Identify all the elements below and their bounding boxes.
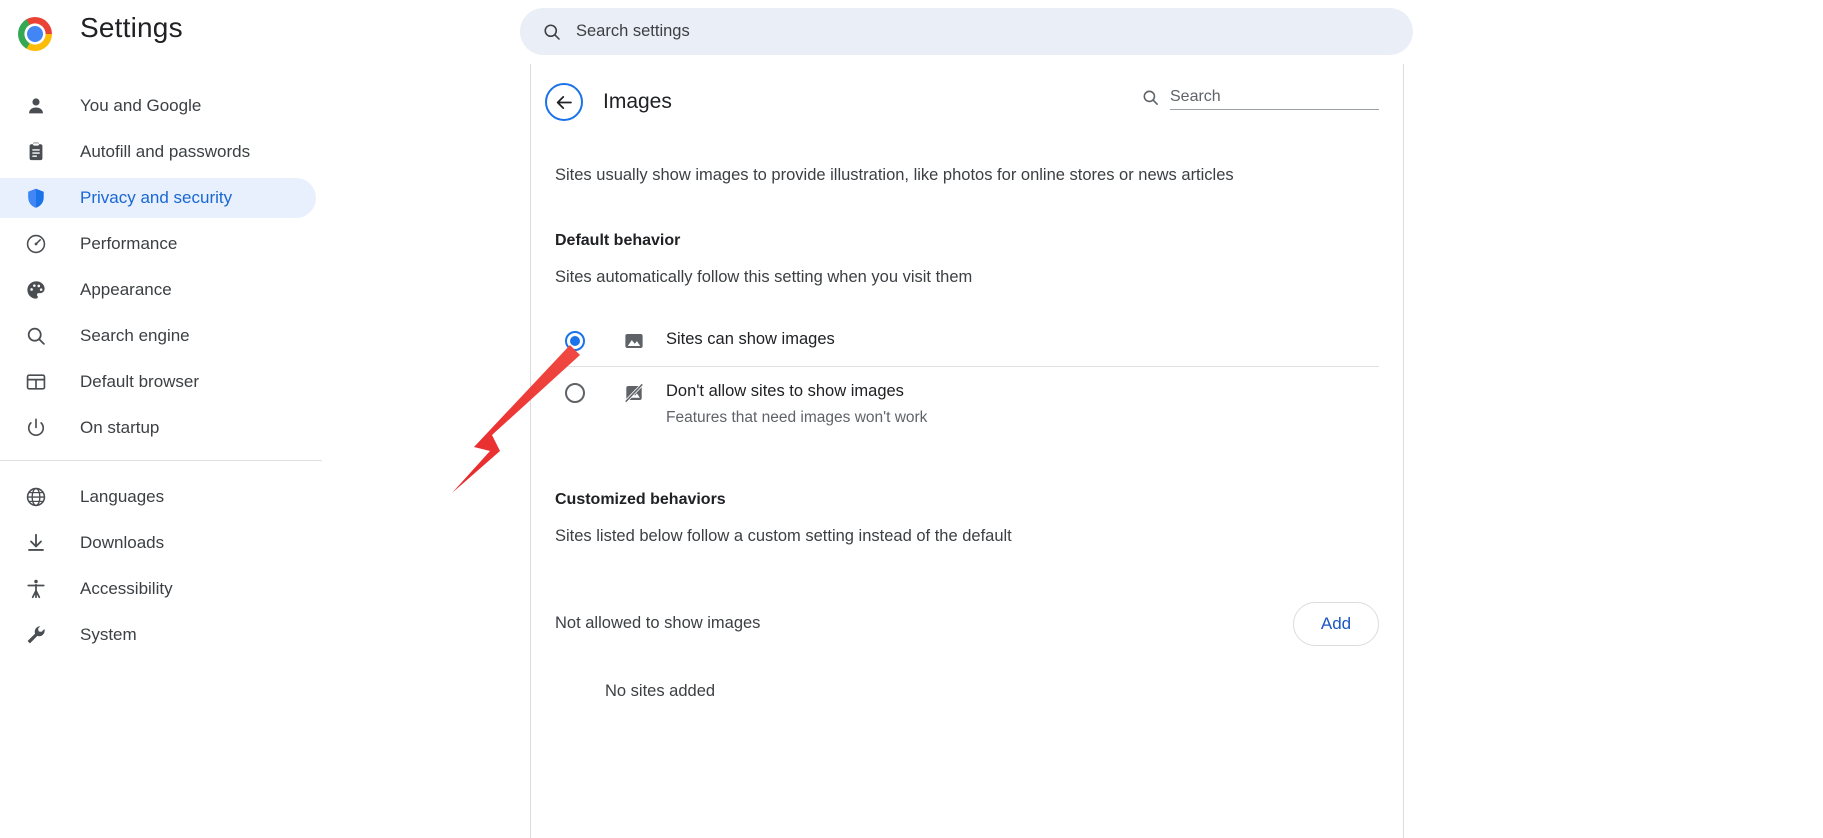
sidebar-item-appearance[interactable]: Appearance — [0, 270, 316, 310]
option-label: Don't allow sites to show images — [666, 381, 904, 400]
sidebar-item-label: On startup — [80, 418, 160, 437]
sidebar-divider — [0, 460, 322, 461]
sidebar-item-performance[interactable]: Performance — [0, 224, 316, 264]
option-texts: Sites can show images — [666, 329, 835, 350]
person-icon — [24, 94, 48, 118]
sidebar-item-label: Languages — [80, 487, 165, 506]
option-label: Sites can show images — [666, 329, 835, 348]
content-header: Images Search — [531, 64, 1403, 140]
search-icon — [544, 23, 560, 40]
option-texts: Don't allow sites to show images Feature… — [666, 381, 927, 429]
wrench-icon — [24, 623, 48, 647]
accessibility-icon — [24, 577, 48, 601]
sidebar-item-accessibility[interactable]: Accessibility — [0, 569, 316, 609]
default-behavior-heading: Default behavior — [555, 231, 681, 249]
sidebar: You and Google Autofill and passwords Pr… — [0, 64, 530, 838]
search-icon — [24, 324, 48, 348]
default-behavior-subtext: Sites automatically follow this setting … — [555, 267, 973, 286]
add-site-button[interactable]: Add — [1293, 601, 1379, 646]
browser-window-icon — [24, 370, 48, 394]
sidebar-item-label: Search engine — [80, 326, 190, 345]
clipboard-icon — [24, 140, 48, 164]
default-behavior-radio-group: Sites can show images Don't allow sites … — [555, 315, 1379, 443]
dont-allow-images-option[interactable]: Don't allow sites to show images Feature… — [555, 367, 1379, 443]
sidebar-item-label: Accessibility — [80, 579, 173, 598]
chrome-logo-icon — [18, 17, 52, 51]
sites-can-show-images-option[interactable]: Sites can show images — [555, 315, 1379, 367]
page-title-settings: Settings — [80, 12, 183, 43]
sidebar-item-label: Downloads — [80, 533, 165, 552]
images-intro-text: Sites usually show images to provide ill… — [555, 166, 1234, 184]
power-icon — [24, 416, 48, 440]
search-settings-placeholder: Search settings — [576, 22, 690, 40]
sidebar-item-system[interactable]: System — [0, 615, 316, 655]
sidebar-item-label: Default browser — [80, 372, 200, 391]
option-description: Features that need images won't work — [666, 409, 928, 427]
search-settings-input[interactable]: Search settings — [520, 8, 1413, 55]
sidebar-item-privacy-and-security[interactable]: Privacy and security — [0, 178, 316, 218]
sidebar-item-on-startup[interactable]: On startup — [0, 408, 316, 448]
sidebar-item-label: Privacy and security — [80, 188, 233, 207]
no-sites-added-label: No sites added — [605, 681, 716, 700]
not-allowed-section-row: Not allowed to show images Add — [555, 601, 1379, 646]
images-settings-body: Sites usually show images to provide ill… — [531, 164, 1403, 701]
sidebar-item-default-browser[interactable]: Default browser — [0, 362, 316, 402]
customized-behaviors-heading: Customized behaviors — [555, 490, 726, 508]
dont-allow-images-radio[interactable] — [565, 382, 585, 403]
globe-icon — [24, 485, 48, 509]
sidebar-item-languages[interactable]: Languages — [0, 477, 316, 517]
content-search-input[interactable]: Search — [1141, 88, 1379, 110]
sidebar-item-label: Autofill and passwords — [80, 142, 251, 161]
back-button[interactable] — [545, 83, 583, 121]
shield-icon — [24, 186, 48, 210]
main-content-panel: Images Search Sites usually show images … — [530, 64, 1404, 838]
palette-icon — [24, 278, 48, 302]
sidebar-item-autofill-and-passwords[interactable]: Autofill and passwords — [0, 132, 316, 172]
content-search-placeholder: Search — [1170, 88, 1221, 105]
sidebar-item-search-engine[interactable]: Search engine — [0, 316, 316, 356]
settings-window: Settings Search settings You and Google — [0, 0, 1823, 838]
right-gutter — [1406, 64, 1823, 838]
sidebar-item-label: System — [80, 625, 137, 644]
top-bar: Settings Search settings — [0, 0, 1823, 64]
back-arrow-icon — [556, 95, 572, 109]
image-blocked-icon — [624, 383, 644, 403]
search-icon — [1143, 90, 1158, 105]
sidebar-item-label: Appearance — [80, 280, 172, 299]
not-allowed-label: Not allowed to show images — [555, 614, 761, 632]
image-icon — [625, 333, 643, 348]
sites-can-show-images-radio[interactable] — [565, 330, 585, 351]
sidebar-item-you-and-google[interactable]: You and Google — [0, 86, 316, 126]
download-icon — [24, 531, 48, 555]
sidebar-item-downloads[interactable]: Downloads — [0, 523, 316, 563]
sidebar-item-label: You and Google — [80, 96, 202, 115]
customized-behaviors-subtext: Sites listed below follow a custom setti… — [555, 526, 1012, 545]
images-page-title: Images — [603, 90, 672, 113]
sidebar-item-label: Performance — [80, 234, 178, 253]
speedometer-icon — [24, 232, 48, 256]
